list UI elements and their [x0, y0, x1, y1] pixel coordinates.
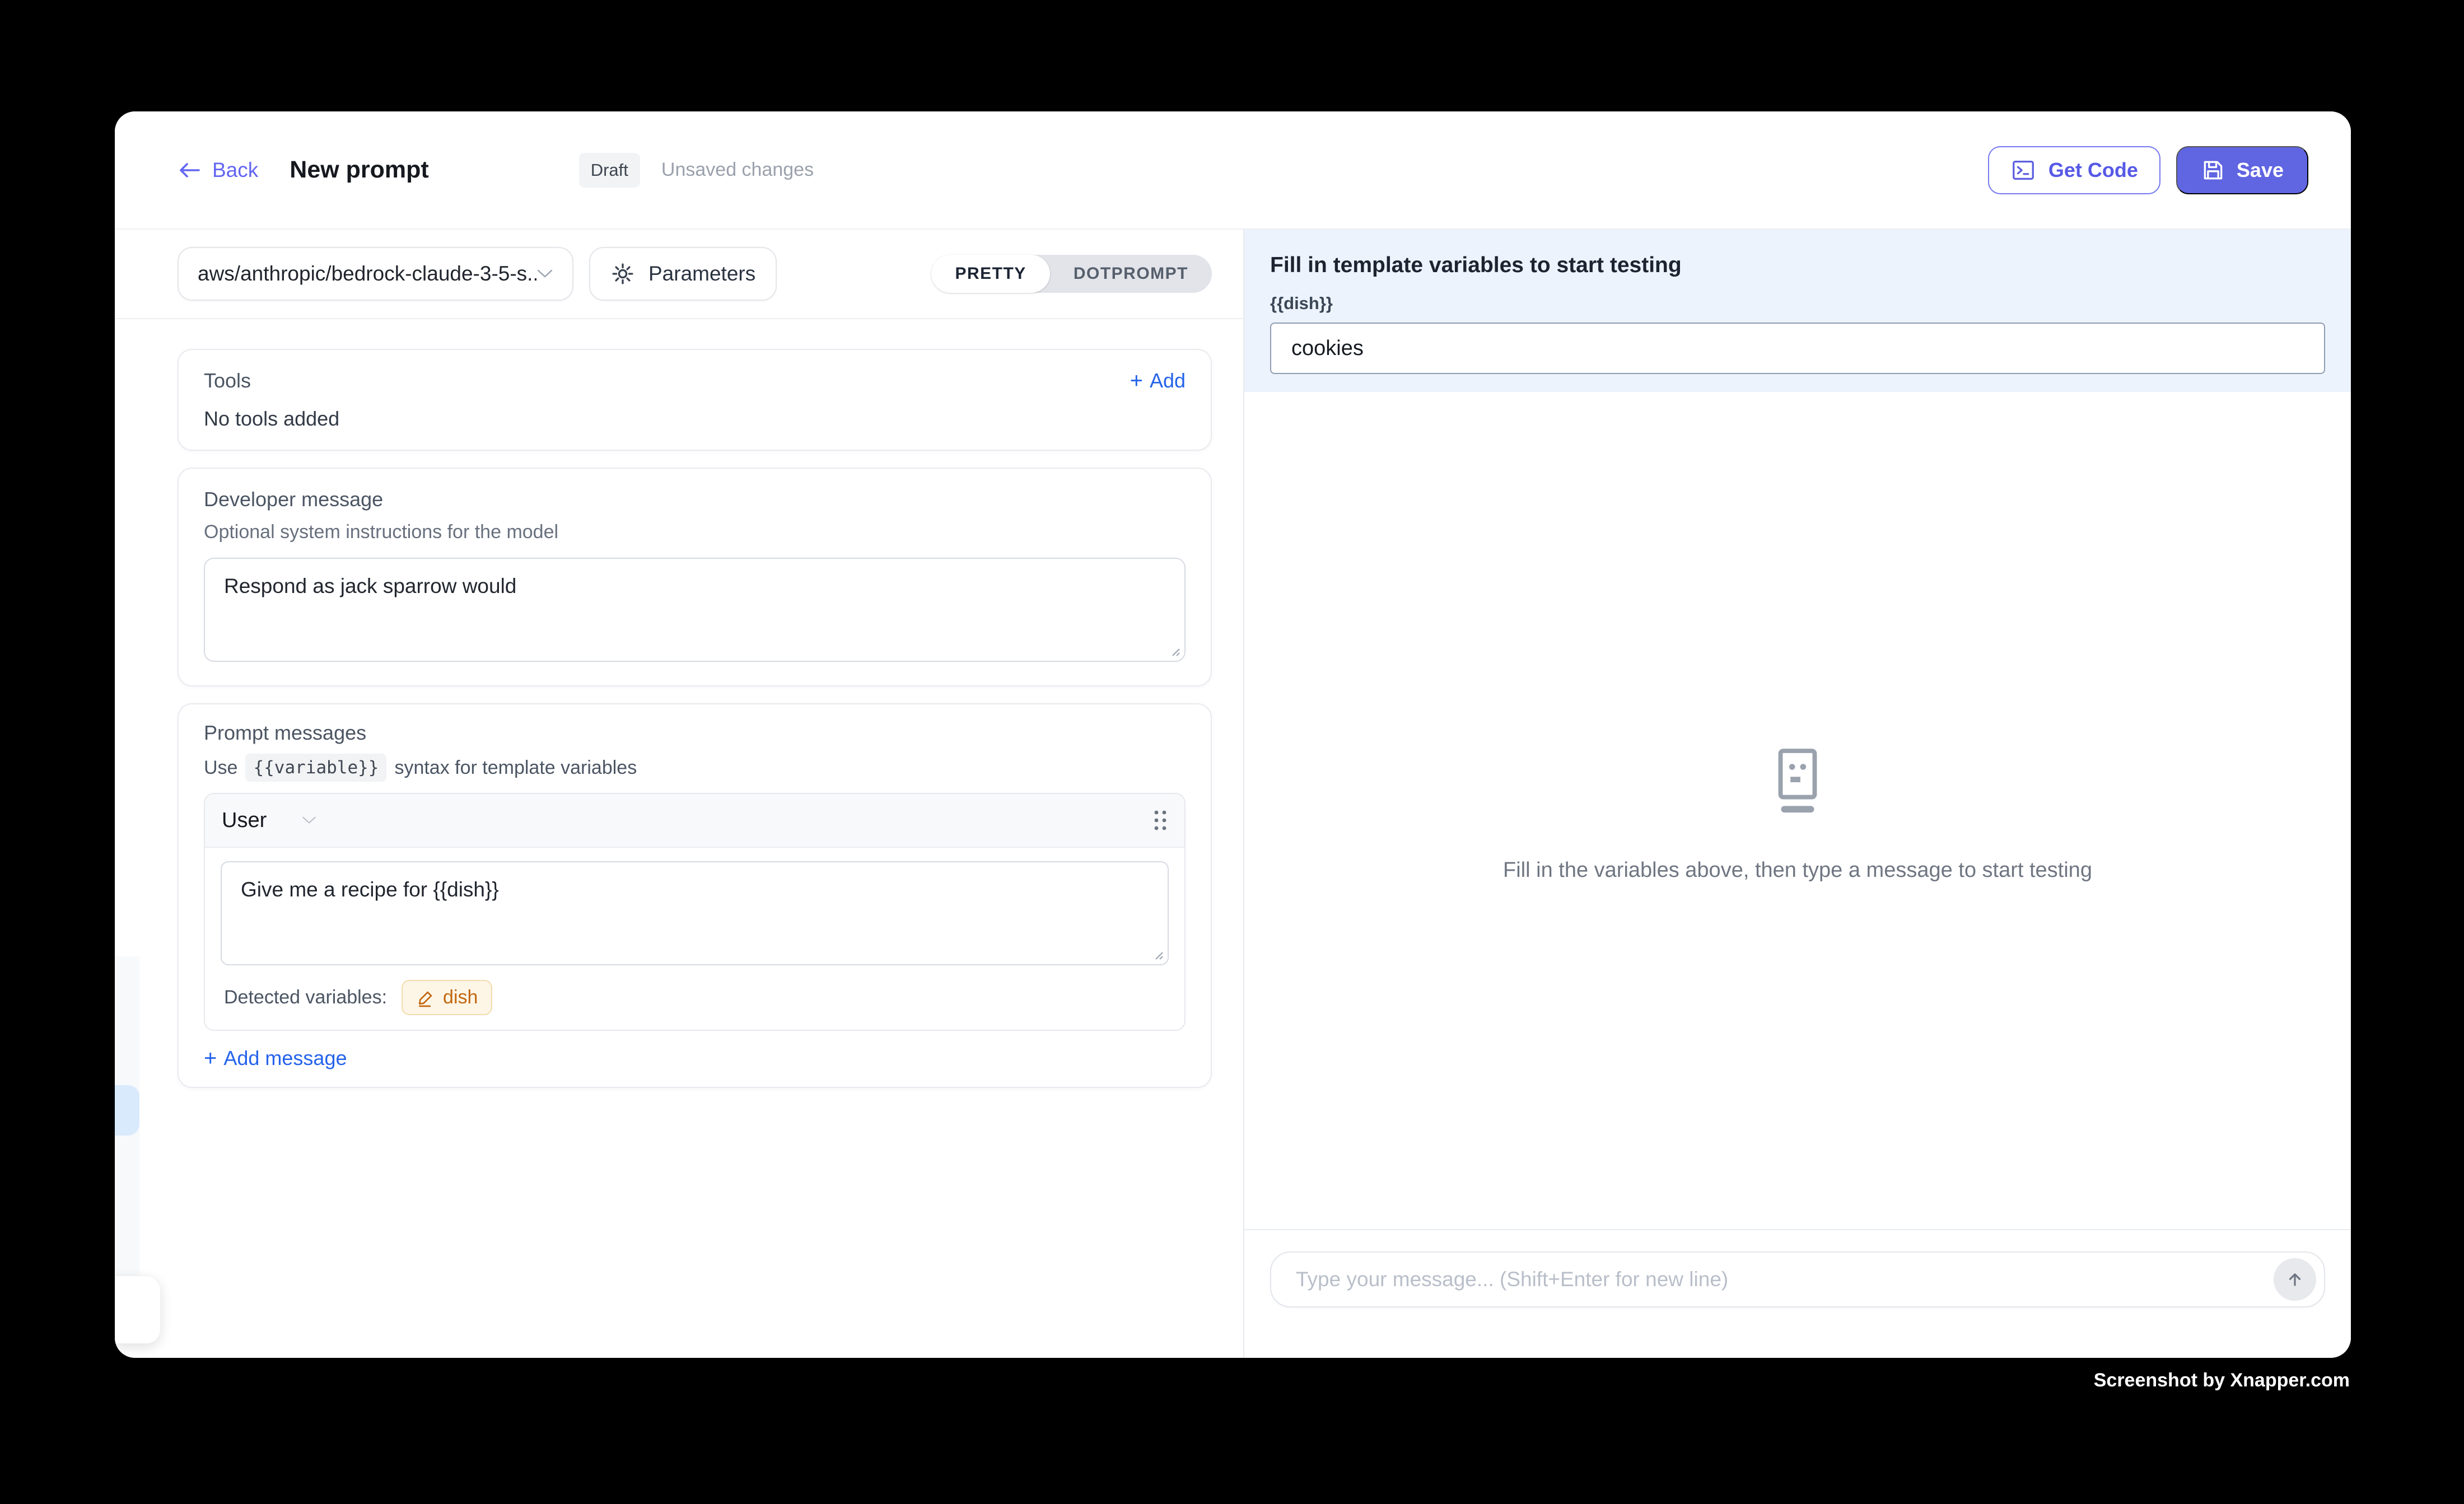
model-selector[interactable]: aws/anthropic/bedrock-claude-3-5-s...	[178, 247, 573, 301]
chevron-down-icon	[536, 269, 553, 279]
message-body: Give me a recipe for {{dish}} Detected v…	[205, 848, 1184, 1030]
role-select[interactable]: User	[222, 809, 317, 833]
status-badge: Draft	[579, 153, 640, 188]
developer-message-card: Developer message Optional system instru…	[178, 468, 1212, 686]
tools-card: Tools + Add No tools added	[178, 349, 1212, 451]
variables-banner: Fill in template variables to start test…	[1244, 230, 2351, 392]
resize-grip-icon[interactable]	[1166, 643, 1181, 657]
developer-message-input[interactable]: Respond as jack sparrow would	[205, 559, 1184, 661]
back-label: Back	[212, 158, 258, 182]
parameters-button[interactable]: Parameters	[589, 247, 777, 301]
chat-empty-text: Fill in the variables above, then type a…	[1503, 858, 2092, 882]
resize-grip-icon[interactable]	[1150, 946, 1164, 961]
model-toolbar: aws/anthropic/bedrock-claude-3-5-s... Pa…	[115, 230, 1243, 319]
chat-empty-state: Fill in the variables above, then type a…	[1244, 392, 2351, 1229]
get-code-button[interactable]: Get Code	[1988, 146, 2160, 194]
chat-input-container	[1270, 1251, 2325, 1307]
drag-handle-icon[interactable]	[1153, 809, 1168, 832]
tools-title: Tools	[204, 369, 251, 393]
prompt-editor-panel: aws/anthropic/bedrock-claude-3-5-s... Pa…	[115, 230, 1244, 1358]
editor-scroll-area: Tools + Add No tools added Developer mes…	[115, 319, 1243, 1088]
back-arrow-icon	[178, 161, 201, 179]
plus-icon: +	[204, 1047, 217, 1069]
model-selector-value: aws/anthropic/bedrock-claude-3-5-s...	[198, 262, 536, 286]
sidebar-active-item-highlight	[115, 1085, 139, 1136]
back-button[interactable]: Back	[178, 158, 258, 182]
chevron-down-icon	[301, 816, 317, 825]
save-button[interactable]: Save	[2176, 146, 2308, 194]
role-select-value: User	[222, 809, 267, 833]
plus-icon: +	[1130, 370, 1143, 392]
tools-empty-text: No tools added	[204, 407, 1186, 431]
developer-message-subtitle: Optional system instructions for the mod…	[204, 521, 1186, 543]
terminal-icon	[2010, 157, 2036, 183]
message-block: User Give me a recipe for {{	[204, 793, 1186, 1031]
robot-face-icon	[1765, 746, 1831, 821]
chat-footer	[1244, 1229, 2351, 1358]
watermark-text: Screenshot by Xnapper.com	[2094, 1370, 2350, 1391]
prompt-messages-card: Prompt messages Use {{variable}} syntax …	[178, 703, 1212, 1088]
variables-banner-title: Fill in template variables to start test…	[1270, 253, 2325, 278]
add-tool-button[interactable]: + Add	[1130, 369, 1186, 393]
variable-chip-dish[interactable]: dish	[402, 980, 492, 1015]
content: aws/anthropic/bedrock-claude-3-5-s... Pa…	[115, 230, 2351, 1358]
page-title: New prompt	[290, 156, 428, 184]
tab-pretty[interactable]: PRETTY	[931, 255, 1049, 293]
header: Back New prompt Draft Unsaved changes Ge…	[115, 111, 2351, 230]
view-mode-toggle: PRETTY DOTPROMPT	[931, 255, 1212, 293]
gear-icon	[610, 261, 635, 286]
unsaved-changes-text: Unsaved changes	[661, 159, 814, 181]
message-input[interactable]: Give me a recipe for {{dish}}	[222, 862, 1168, 964]
message-header: User	[205, 794, 1184, 848]
send-button[interactable]	[2274, 1258, 2316, 1301]
save-icon	[2201, 158, 2225, 183]
chat-message-input[interactable]	[1296, 1268, 2274, 1291]
app-window: Back New prompt Draft Unsaved changes Ge…	[115, 111, 2351, 1358]
detected-variables-label: Detected variables:	[224, 987, 387, 1008]
prompt-messages-title: Prompt messages	[204, 721, 1186, 745]
detected-variables-row: Detected variables: dish	[221, 980, 1169, 1015]
developer-message-title: Developer message	[204, 488, 1186, 511]
arrow-up-icon	[2285, 1270, 2304, 1289]
variable-syntax-chip: {{variable}}	[245, 754, 386, 782]
tab-dotprompt[interactable]: DOTPROMPT	[1050, 255, 1212, 293]
variable-value-input[interactable]	[1270, 323, 2325, 374]
floating-card-fragment	[115, 1276, 161, 1344]
template-hint: Use {{variable}} syntax for template var…	[204, 754, 1186, 782]
pencil-icon	[416, 988, 435, 1007]
test-panel: Fill in template variables to start test…	[1244, 230, 2351, 1358]
add-message-button[interactable]: + Add message	[204, 1047, 1186, 1070]
variable-label: {{dish}}	[1270, 293, 2325, 314]
